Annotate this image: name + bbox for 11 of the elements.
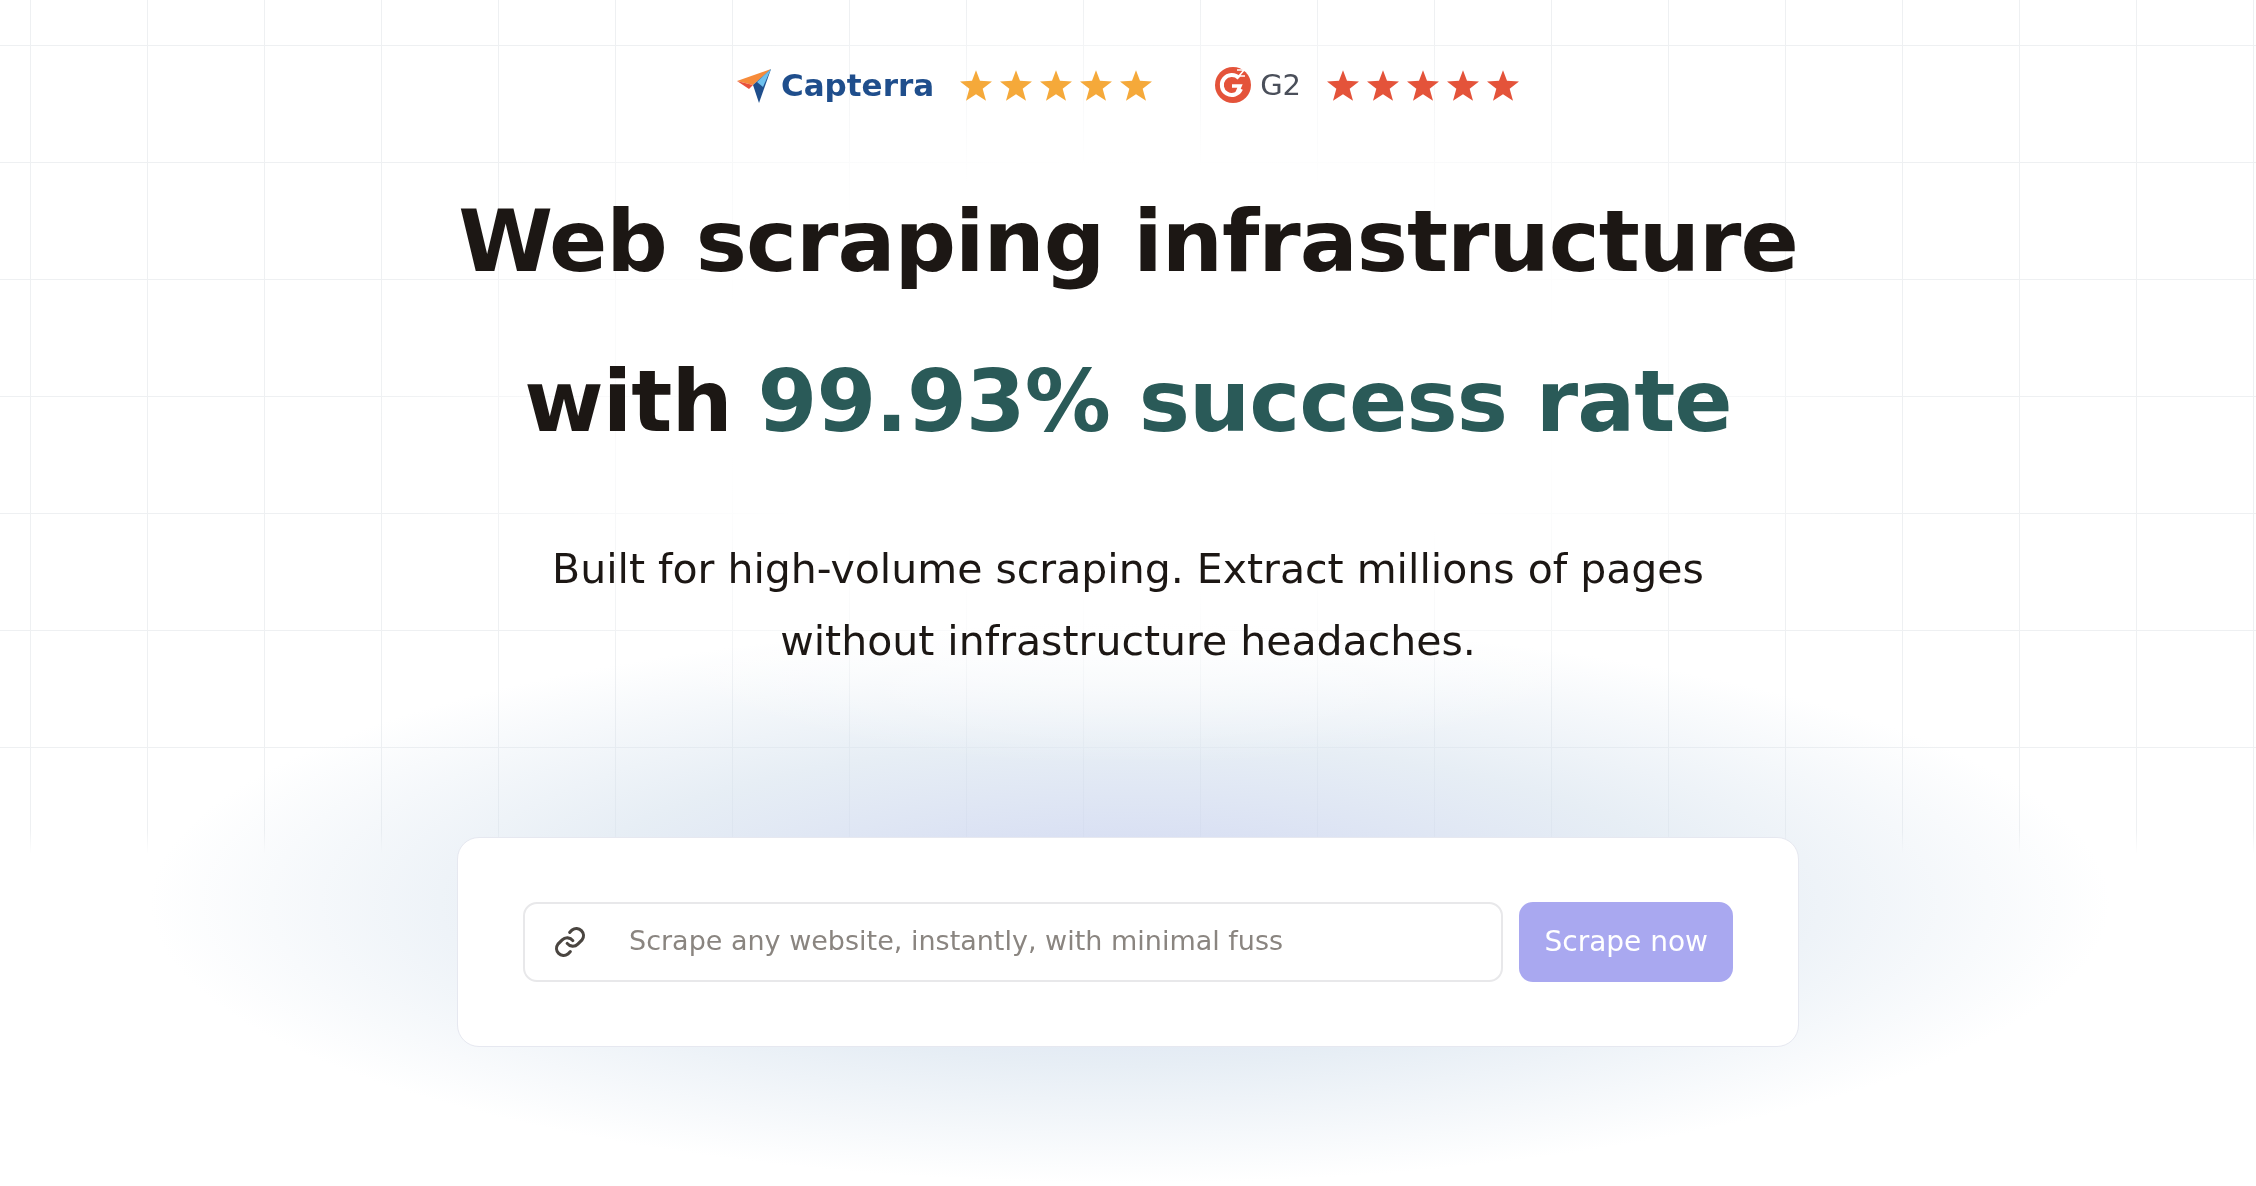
url-input[interactable]: Scrape any website, instantly, with minimal fuss — [629, 921, 1474, 962]
url-field[interactable]: Scrape any website, instantly, with minimal fuss — [523, 901, 1504, 982]
brand-name: Capterra — [780, 66, 935, 105]
headline: with — [524, 349, 732, 453]
headline: Web scraping infrastructure — [458, 189, 1798, 293]
paper-plane-icon — [736, 67, 773, 104]
link-icon — [553, 924, 587, 959]
g2-logo-icon — [1214, 66, 1253, 105]
subtitle: Built for high-volume scraping. Extract millions of pages without infrastructure headaches. — [551, 543, 1705, 667]
brand-name: G2 — [1260, 66, 1302, 104]
headline-highlight: 99.93% success rate — [757, 349, 1732, 453]
